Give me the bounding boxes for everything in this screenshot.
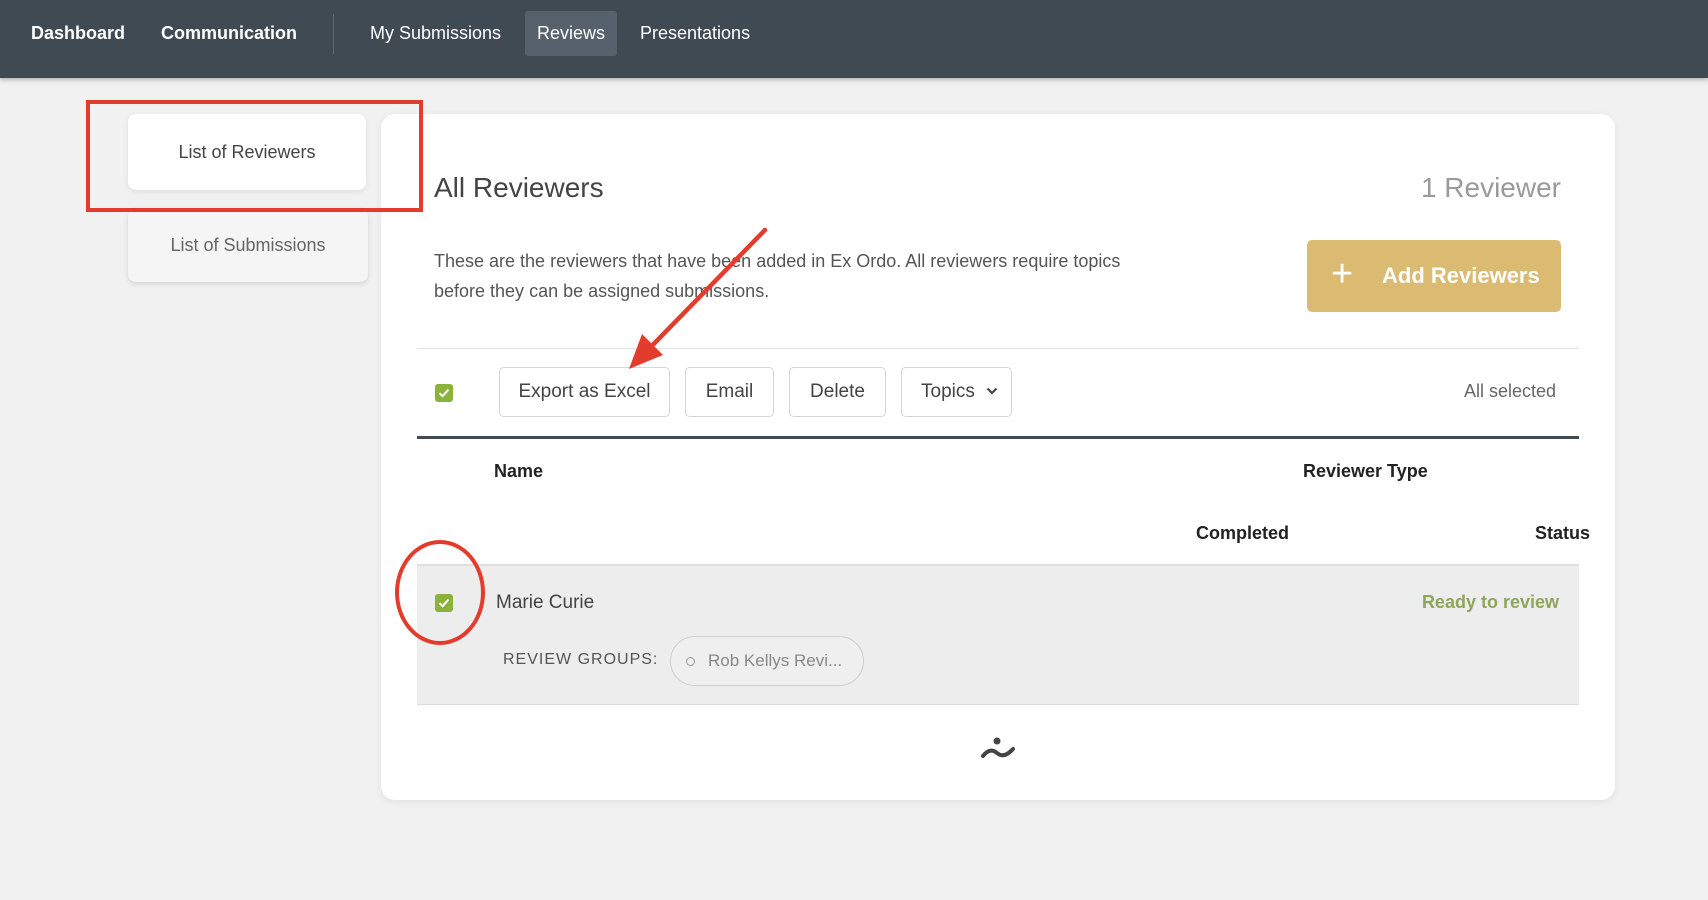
column-header-status[interactable]: Status xyxy=(1535,523,1590,544)
review-groups-label: REVIEW GROUPS: xyxy=(503,651,659,668)
tab-list-of-submissions[interactable]: List of Submissions xyxy=(128,208,368,282)
select-all-checkbox[interactable] xyxy=(435,384,453,402)
nav-reviews[interactable]: Reviews xyxy=(525,11,618,56)
nav-my-submissions[interactable]: My Submissions xyxy=(358,11,513,56)
column-header-name[interactable]: Name xyxy=(494,461,543,482)
add-reviewers-button[interactable]: + Add Reviewers xyxy=(1307,240,1561,312)
review-group-name: Rob Kellys Revi... xyxy=(708,651,843,670)
annotation-highlight-box xyxy=(86,100,423,212)
column-header-reviewer-type[interactable]: Reviewer Type xyxy=(1303,461,1428,482)
reviewer-name[interactable]: Marie Curie xyxy=(496,592,594,614)
status-badge: Ready to review xyxy=(1421,592,1559,612)
column-header-completed[interactable]: Completed xyxy=(1196,523,1289,544)
email-button[interactable]: Email xyxy=(685,367,774,417)
reviewer-count: 1 Reviewer xyxy=(1420,172,1561,203)
top-nav-bar: Dashboard Communication My Submissions R… xyxy=(0,0,1708,78)
nav-divider xyxy=(333,14,334,54)
table-row[interactable] xyxy=(417,564,1579,705)
add-reviewers-label: Add Reviewers xyxy=(1382,263,1540,288)
nav-presentations[interactable]: Presentations xyxy=(628,11,762,56)
review-group-tag[interactable]: Rob Kellys Revi... xyxy=(670,636,864,686)
divider xyxy=(417,348,1579,349)
loader-icon xyxy=(981,737,1015,758)
topics-label: Topics xyxy=(921,381,975,402)
chevron-down-icon xyxy=(986,387,998,395)
topics-dropdown[interactable]: Topics xyxy=(901,367,1012,417)
annotation-circle xyxy=(395,540,485,645)
selection-status: All selected xyxy=(1463,381,1556,401)
plus-icon: + xyxy=(1331,253,1354,295)
page-description: These are the reviewers that have been a… xyxy=(434,251,1121,301)
nav-dashboard[interactable]: Dashboard xyxy=(19,11,137,56)
circle-icon xyxy=(686,657,695,666)
check-icon xyxy=(438,388,450,398)
delete-button[interactable]: Delete xyxy=(789,367,886,417)
export-excel-button[interactable]: Export as Excel xyxy=(499,367,670,417)
table-header-rule xyxy=(417,436,1579,439)
nav-communication[interactable]: Communication xyxy=(149,11,309,56)
page-title: All Reviewers xyxy=(434,172,604,203)
